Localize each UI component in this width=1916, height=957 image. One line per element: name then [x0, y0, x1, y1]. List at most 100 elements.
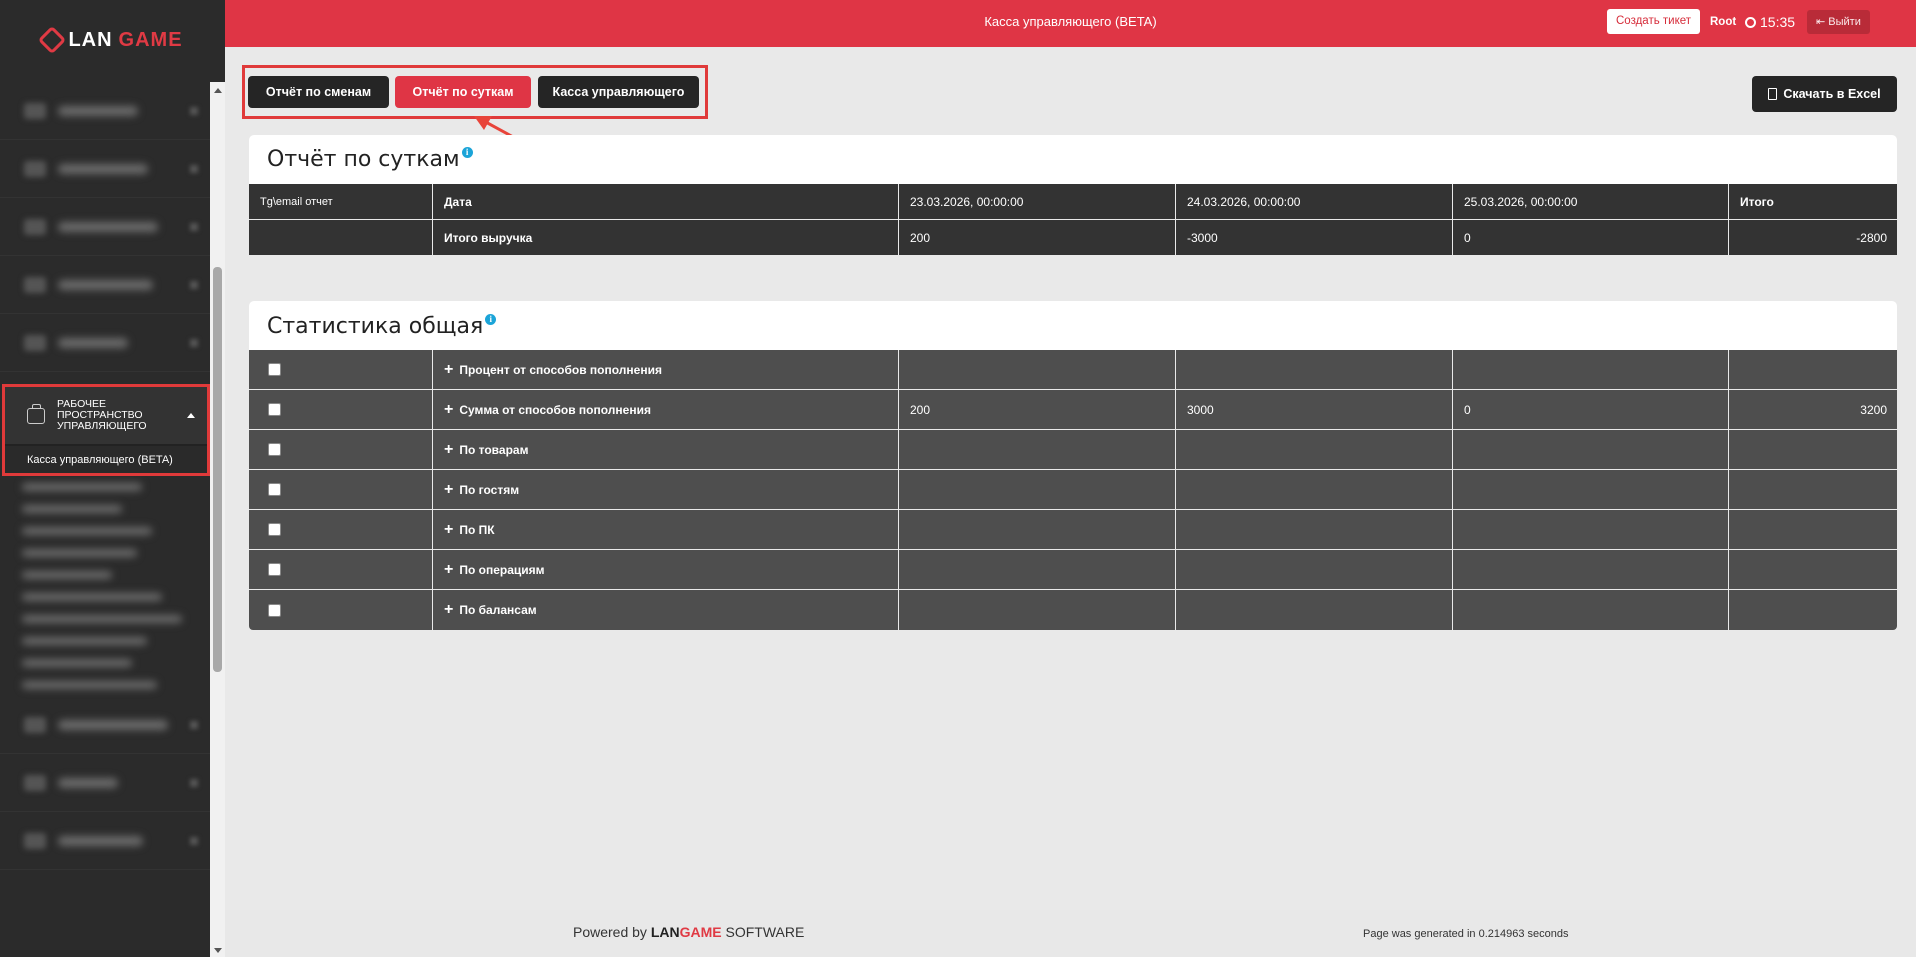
powered-by: Powered by LANGAME SOFTWARE	[573, 924, 804, 940]
download-excel-button[interactable]: Скачать в Excel	[1752, 76, 1897, 112]
row-checkbox[interactable]	[268, 443, 281, 456]
table-row[interactable]: + Сумма от способов пополнения 200 3000 0…	[249, 390, 1897, 430]
daily-report-table: Tg\email отчет Дата 23.03.2026, 00:00:00…	[249, 184, 1897, 256]
table-cell	[249, 390, 433, 429]
table-cell	[1453, 470, 1729, 509]
sidebar-item[interactable]	[0, 82, 210, 140]
daily-report-title: Отчёт по суткам i	[267, 147, 473, 172]
expand-plus-icon[interactable]: +	[444, 441, 453, 457]
row-checkbox[interactable]	[268, 403, 281, 416]
sidebar-item[interactable]	[0, 812, 210, 870]
table-cell[interactable]: + Сумма от способов пополнения	[433, 390, 899, 429]
table-cell[interactable]: + По гостям	[433, 470, 899, 509]
table-cell	[1176, 430, 1453, 469]
expand-plus-icon[interactable]: +	[444, 401, 453, 417]
tab-daily-report[interactable]: Отчёт по суткам	[395, 76, 531, 108]
table-cell	[899, 470, 1176, 509]
expand-plus-icon[interactable]: +	[444, 561, 453, 577]
expand-plus-icon[interactable]: +	[444, 602, 453, 618]
user-name[interactable]: Root	[1710, 0, 1736, 44]
table-cell: 3000	[1176, 390, 1453, 429]
table-cell[interactable]: + Процент от способов пополнения	[433, 350, 899, 389]
scrollbar-thumb[interactable]	[213, 267, 222, 672]
table-row[interactable]: + По ПК	[249, 510, 1897, 550]
sidebar-item[interactable]	[0, 256, 210, 314]
sidebar-item[interactable]	[0, 140, 210, 198]
tab-manager-cash[interactable]: Касса управляющего	[538, 76, 699, 108]
table-cell[interactable]: + По товарам	[433, 430, 899, 469]
create-ticket-button[interactable]: Создать тикет	[1607, 9, 1701, 34]
sidebar-subitem[interactable]	[0, 652, 210, 674]
table-cell	[249, 220, 433, 255]
table-cell[interactable]: + По ПК	[433, 510, 899, 549]
sidebar-subitem-manager-cash[interactable]: Касса управляющего (BETA)	[5, 446, 207, 473]
sidebar-subitem[interactable]	[0, 564, 210, 586]
sidebar-subitem[interactable]	[0, 542, 210, 564]
logo[interactable]: LAN GAME	[0, 0, 225, 80]
table-cell	[1176, 590, 1453, 630]
table-cell	[899, 510, 1176, 549]
sidebar-item[interactable]	[0, 314, 210, 372]
row-label: По товарам	[459, 442, 529, 457]
scroll-down-arrow-icon[interactable]	[214, 948, 222, 953]
logout-button[interactable]: ⇤ Выйти	[1807, 10, 1870, 34]
sidebar-scrollbar[interactable]	[210, 82, 225, 957]
table-cell: 0	[1453, 390, 1729, 429]
table-cell: 0	[1453, 220, 1729, 255]
row-checkbox[interactable]	[268, 483, 281, 496]
row-checkbox[interactable]	[268, 603, 281, 617]
sidebar-item[interactable]	[0, 198, 210, 256]
sidebar-item-manager-workspace[interactable]: РАБОЧЕЕ ПРОСТРАНСТВО УПРАВЛЯЮЩЕГО	[5, 387, 207, 446]
table-header-cell: Итого	[1740, 194, 1774, 209]
expand-plus-icon[interactable]: +	[444, 521, 453, 537]
sidebar-subitem[interactable]	[0, 476, 210, 498]
table-cell	[899, 550, 1176, 589]
expand-plus-icon[interactable]: +	[444, 361, 453, 377]
table-cell: -3000	[1176, 220, 1453, 255]
table-row[interactable]: + Процент от способов пополнения	[249, 350, 1897, 390]
table-row[interactable]: + По операциям	[249, 550, 1897, 590]
table-cell: 200	[899, 390, 1176, 429]
sidebar: LAN GAME РАБОЧЕЕ ПРОСТРАНСТВО УПРАВЛЯЮЩЕГ…	[0, 0, 225, 957]
daily-report-title-text: Отчёт по суткам	[267, 147, 460, 172]
row-label: По операциям	[459, 562, 545, 577]
table-cell	[1453, 510, 1729, 549]
row-label: По балансам	[459, 603, 537, 617]
sidebar-subitem[interactable]	[0, 498, 210, 520]
sidebar-subitem[interactable]	[0, 586, 210, 608]
row-checkbox[interactable]	[268, 523, 281, 536]
table-header-cell: Tg\email отчет	[249, 184, 433, 219]
table-row[interactable]: + По гостям	[249, 470, 1897, 510]
sidebar-subitem[interactable]	[0, 520, 210, 542]
row-checkbox[interactable]	[268, 363, 281, 376]
scroll-up-arrow-icon[interactable]	[214, 88, 222, 93]
daily-report-header: Отчёт по суткам i	[249, 135, 1897, 184]
info-icon[interactable]: i	[461, 147, 473, 158]
row-checkbox[interactable]	[268, 563, 281, 576]
tab-shift-report[interactable]: Отчёт по сменам	[248, 76, 389, 108]
table-row[interactable]: + По товарам	[249, 430, 1897, 470]
sidebar-subitem[interactable]	[0, 608, 210, 630]
stats-title-text: Статистика общая	[267, 314, 484, 339]
logo-text-game: GAME	[118, 28, 183, 51]
table-row[interactable]: + По балансам	[249, 590, 1897, 630]
table-cell	[1176, 470, 1453, 509]
brand-game: GAME	[679, 924, 722, 940]
brand-software: SOFTWARE	[725, 924, 805, 940]
table-cell	[1453, 350, 1729, 389]
clock-time: 15:35	[1760, 14, 1796, 30]
table-cell[interactable]: + По балансам	[433, 590, 899, 630]
sidebar-item[interactable]	[0, 754, 210, 812]
table-cell	[1176, 350, 1453, 389]
info-icon[interactable]: i	[485, 314, 497, 325]
sidebar-subitem[interactable]	[0, 674, 210, 696]
table-cell	[1729, 350, 1897, 389]
table-cell[interactable]: + По операциям	[433, 550, 899, 589]
logout-label: Выйти	[1828, 16, 1861, 28]
sidebar-subitem[interactable]	[0, 630, 210, 652]
table-cell	[899, 590, 1176, 630]
stats-header: Статистика общая i	[249, 301, 1897, 350]
table-row: Итого выручка 200 -3000 0 -2800	[249, 220, 1897, 256]
sidebar-item[interactable]	[0, 696, 210, 754]
expand-plus-icon[interactable]: +	[444, 481, 453, 497]
